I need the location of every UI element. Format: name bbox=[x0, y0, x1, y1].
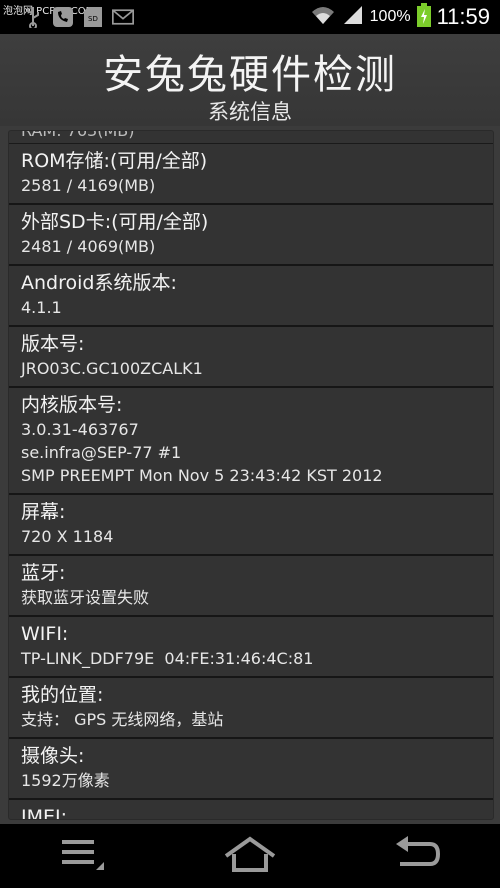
list-item-imei: IMEI: 354023050062110 bbox=[9, 800, 493, 820]
item-value: 2481 / 4069(MB) bbox=[21, 237, 156, 256]
item-value: 获取蓝牙设置失败 bbox=[21, 588, 150, 607]
list-item-android-version: Android系统版本: 4.1.1 bbox=[9, 266, 493, 327]
status-bar: 泡泡网 PCPOP.COM SD 100% 11:59 bbox=[0, 0, 500, 34]
item-value: 1592万像素 bbox=[21, 771, 110, 790]
mail-icon bbox=[112, 6, 134, 28]
item-label: IMEI: bbox=[21, 806, 68, 820]
item-value: 3.0.31-463767 se.infra@SEP-77 #1 SMP PRE… bbox=[21, 420, 383, 485]
svg-text:SD: SD bbox=[88, 15, 98, 23]
navigation-bar bbox=[0, 824, 500, 888]
item-label: 版本号: bbox=[21, 333, 85, 355]
menu-button[interactable] bbox=[48, 831, 118, 881]
phone-icon bbox=[52, 6, 74, 28]
home-icon bbox=[222, 836, 278, 876]
item-value: 4.1.1 bbox=[21, 298, 62, 317]
item-value: JRO03C.GC100ZCALK1 bbox=[21, 359, 203, 378]
notification-icons: SD bbox=[22, 6, 134, 28]
home-button[interactable] bbox=[215, 831, 285, 881]
item-value: TP-LINK_DDF79E 04:FE:31:46:4C:81 bbox=[21, 649, 314, 668]
clock: 11:59 bbox=[436, 4, 490, 29]
list-item-sd-card: 外部SD卡:(可用/全部) 2481 / 4069(MB) bbox=[9, 205, 493, 266]
clipped-item-text: RAM: 763(MB) bbox=[21, 131, 135, 140]
signal-icon bbox=[342, 4, 364, 30]
battery-percent: 100% bbox=[369, 8, 411, 25]
item-value: 支持： GPS 无线网络，基站 bbox=[21, 710, 224, 729]
list-item-build-number: 版本号: JRO03C.GC100ZCALK1 bbox=[9, 327, 493, 388]
item-label: Android系统版本: bbox=[21, 272, 177, 294]
item-label: 蓝牙: bbox=[21, 562, 66, 584]
app-title: 安兔兔硬件检测 bbox=[103, 52, 397, 98]
item-label: ROM存储:(可用/全部) bbox=[21, 150, 208, 172]
item-label: 我的位置: bbox=[21, 684, 104, 706]
list-item-camera: 摄像头: 1592万像素 bbox=[9, 739, 493, 800]
item-label: 屏幕: bbox=[21, 501, 66, 523]
list-item-rom: ROM存储:(可用/全部) 2581 / 4169(MB) bbox=[9, 144, 493, 205]
item-value: 2581 / 4169(MB) bbox=[21, 176, 156, 195]
menu-icon bbox=[60, 836, 106, 876]
usb-icon bbox=[22, 6, 44, 28]
item-value: 720 X 1184 bbox=[21, 527, 114, 546]
app-header: 安兔兔硬件检测 系统信息 bbox=[0, 34, 500, 126]
back-icon bbox=[392, 836, 442, 876]
list-item-kernel-version: 内核版本号: 3.0.31-463767 se.infra@SEP-77 #1 … bbox=[9, 388, 493, 495]
item-label: 内核版本号: bbox=[21, 394, 123, 416]
item-label: WIFI: bbox=[21, 623, 69, 645]
back-button[interactable] bbox=[382, 831, 452, 881]
battery-icon bbox=[416, 3, 431, 31]
clipped-list-item: RAM: 763(MB) bbox=[9, 131, 493, 144]
page-subtitle: 系统信息 bbox=[208, 100, 292, 124]
list-item-bluetooth: 蓝牙: 获取蓝牙设置失败 bbox=[9, 556, 493, 617]
list-item-location: 我的位置: 支持： GPS 无线网络，基站 bbox=[9, 678, 493, 739]
item-label: 摄像头: bbox=[21, 745, 85, 767]
sd-card-icon: SD bbox=[82, 6, 104, 28]
list-item-wifi: WIFI: TP-LINK_DDF79E 04:FE:31:46:4C:81 bbox=[9, 617, 493, 678]
item-label: 外部SD卡:(可用/全部) bbox=[21, 211, 209, 233]
system-info-list[interactable]: RAM: 763(MB) ROM存储:(可用/全部) 2581 / 4169(M… bbox=[8, 130, 494, 820]
list-item-screen: 屏幕: 720 X 1184 bbox=[9, 495, 493, 556]
wifi-icon bbox=[310, 4, 336, 30]
